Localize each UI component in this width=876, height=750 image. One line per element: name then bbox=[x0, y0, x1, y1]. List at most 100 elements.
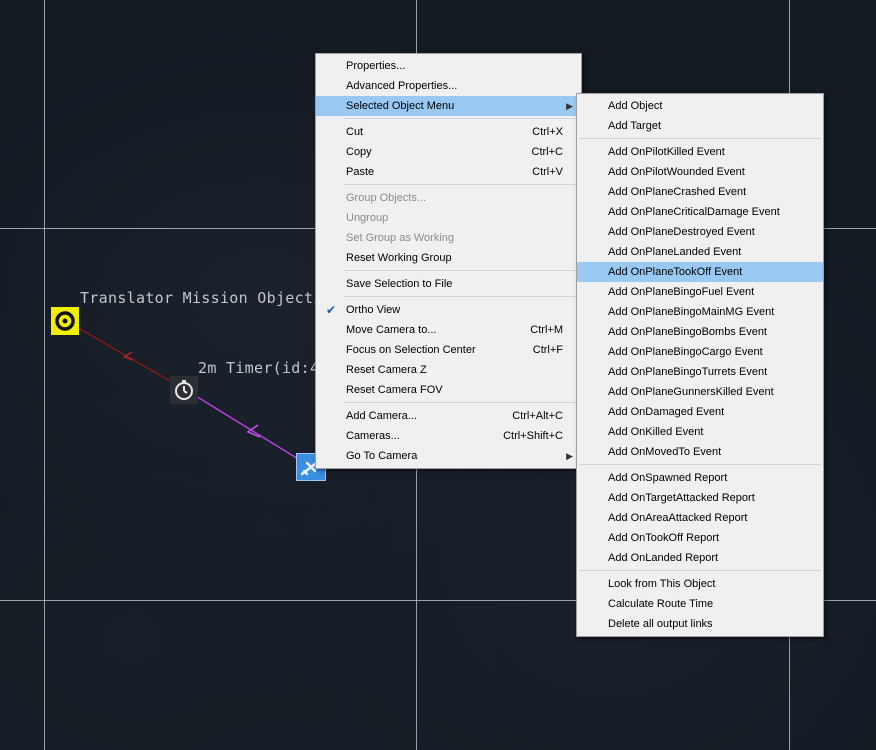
submenu-item-plane-critical-damage[interactable]: Add OnPlaneCriticalDamage Event bbox=[577, 202, 823, 222]
menu-item-reset-camera-z[interactable]: Reset Camera Z bbox=[316, 360, 581, 380]
submenu-item-pilot-wounded[interactable]: Add OnPilotWounded Event bbox=[577, 162, 823, 182]
submenu-item-target-attacked-report[interactable]: Add OnTargetAttacked Report bbox=[577, 488, 823, 508]
menu-item-label: Add OnPlaneBingoCargo Event bbox=[608, 346, 763, 358]
menu-item-label: Add OnLanded Report bbox=[608, 552, 719, 564]
menu-separator bbox=[579, 570, 821, 571]
menu-item-properties[interactable]: Properties... bbox=[316, 56, 581, 76]
menu-item-label: Group Objects... bbox=[346, 192, 427, 204]
menu-item-label: Add OnPlaneBingoMainMG Event bbox=[608, 306, 775, 318]
submenu-item-bingo-bombs[interactable]: Add OnPlaneBingoBombs Event bbox=[577, 322, 823, 342]
menu-item-cut[interactable]: Cut Ctrl+X bbox=[316, 122, 581, 142]
menu-item-paste[interactable]: Paste Ctrl+V bbox=[316, 162, 581, 182]
submenu-item-on-spawned-report[interactable]: Add OnSpawned Report bbox=[577, 468, 823, 488]
menu-item-label: Add OnKilled Event bbox=[608, 426, 704, 438]
submenu-item-plane-destroyed[interactable]: Add OnPlaneDestroyed Event bbox=[577, 222, 823, 242]
menu-item-label: Add Camera... bbox=[346, 410, 417, 422]
menu-item-label: Add OnAreaAttacked Report bbox=[608, 512, 748, 524]
submenu-item-on-moved-to[interactable]: Add OnMovedTo Event bbox=[577, 442, 823, 462]
menu-item-label: Ortho View bbox=[346, 304, 401, 316]
menu-item-label: Delete all output links bbox=[608, 618, 713, 630]
submenu-item-plane-took-off[interactable]: Add OnPlaneTookOff Event bbox=[577, 262, 823, 282]
menu-item-selected-object-menu[interactable]: Selected Object Menu ▶ bbox=[316, 96, 581, 116]
submenu-arrow-icon: ▶ bbox=[566, 451, 573, 461]
submenu-item-add-target[interactable]: Add Target bbox=[577, 116, 823, 136]
menu-item-set-group-working[interactable]: Set Group as Working bbox=[316, 228, 581, 248]
menu-item-label: Add OnSpawned Report bbox=[608, 472, 728, 484]
menu-item-label: Paste bbox=[346, 166, 375, 178]
menu-item-shortcut: Ctrl+F bbox=[532, 344, 563, 356]
menu-separator bbox=[344, 270, 579, 271]
submenu-item-on-damaged[interactable]: Add OnDamaged Event bbox=[577, 402, 823, 422]
route-line-from-plane bbox=[185, 389, 309, 466]
menu-item-ortho-view[interactable]: ✔ Ortho View bbox=[316, 300, 581, 320]
menu-item-label: Cameras... bbox=[346, 430, 400, 442]
menu-item-label: Cut bbox=[346, 126, 364, 138]
menu-item-reset-working-group[interactable]: Reset Working Group bbox=[316, 248, 581, 268]
menu-item-add-camera[interactable]: Add Camera... Ctrl+Alt+C bbox=[316, 406, 581, 426]
menu-item-shortcut: Ctrl+X bbox=[532, 126, 563, 138]
menu-item-label: Add OnPlaneBingoFuel Event bbox=[608, 286, 755, 298]
submenu-item-bingo-cargo[interactable]: Add OnPlaneBingoCargo Event bbox=[577, 342, 823, 362]
submenu-item-plane-crashed[interactable]: Add OnPlaneCrashed Event bbox=[577, 182, 823, 202]
menu-item-label: Add OnPlaneCrashed Event bbox=[608, 186, 747, 198]
menu-item-shortcut: Ctrl+C bbox=[531, 146, 563, 158]
menu-item-go-to-camera[interactable]: Go To Camera ▶ bbox=[316, 446, 581, 466]
menu-item-shortcut: Ctrl+V bbox=[532, 166, 563, 178]
submenu-item-plane-landed[interactable]: Add OnPlaneLanded Event bbox=[577, 242, 823, 262]
menu-item-move-camera[interactable]: Move Camera to... Ctrl+M bbox=[316, 320, 581, 340]
menu-item-label: Reset Working Group bbox=[346, 252, 452, 264]
menu-item-shortcut: Ctrl+Shift+C bbox=[503, 430, 563, 442]
menu-item-label: Ungroup bbox=[346, 212, 389, 224]
menu-separator bbox=[579, 464, 821, 465]
submenu-item-landed-report[interactable]: Add OnLanded Report bbox=[577, 548, 823, 568]
menu-item-label: Add OnTargetAttacked Report bbox=[608, 492, 755, 504]
menu-separator bbox=[344, 402, 579, 403]
menu-item-shortcut: Ctrl+Alt+C bbox=[512, 410, 563, 422]
menu-item-focus-selection[interactable]: Focus on Selection Center Ctrl+F bbox=[316, 340, 581, 360]
timer-icon[interactable] bbox=[170, 376, 198, 404]
menu-item-save-selection[interactable]: Save Selection to File bbox=[316, 274, 581, 294]
submenu-item-add-object[interactable]: Add Object bbox=[577, 96, 823, 116]
submenu-item-area-attacked-report[interactable]: Add OnAreaAttacked Report bbox=[577, 508, 823, 528]
menu-item-label: Add OnPlaneBingoTurrets Event bbox=[608, 366, 768, 378]
submenu-item-on-killed[interactable]: Add OnKilled Event bbox=[577, 422, 823, 442]
menu-item-label: Set Group as Working bbox=[346, 232, 455, 244]
menu-item-label: Add OnDamaged Event bbox=[608, 406, 725, 418]
submenu-item-calculate-route-time[interactable]: Calculate Route Time bbox=[577, 594, 823, 614]
submenu-item-pilot-killed[interactable]: Add OnPilotKilled Event bbox=[577, 142, 823, 162]
context-menu: Properties... Advanced Properties... Sel… bbox=[315, 53, 582, 469]
menu-item-label: Look from This Object bbox=[608, 578, 716, 590]
submenu-arrow-icon: ▶ bbox=[566, 101, 573, 111]
menu-item-label: Properties... bbox=[346, 60, 406, 72]
menu-item-label: Go To Camera bbox=[346, 450, 418, 462]
menu-item-label: Focus on Selection Center bbox=[346, 344, 476, 356]
menu-item-label: Add OnPlaneBingoBombs Event bbox=[608, 326, 767, 338]
menu-item-label: Add OnMovedTo Event bbox=[608, 446, 722, 458]
checkmark-icon: ✔ bbox=[325, 303, 337, 317]
mission-objective-icon[interactable] bbox=[51, 307, 79, 335]
submenu-item-took-off-report[interactable]: Add OnTookOff Report bbox=[577, 528, 823, 548]
route-line-to-objective bbox=[67, 321, 183, 389]
submenu-item-bingo-fuel[interactable]: Add OnPlaneBingoFuel Event bbox=[577, 282, 823, 302]
menu-item-label: Add Object bbox=[608, 100, 663, 112]
submenu-item-bingo-main-mg[interactable]: Add OnPlaneBingoMainMG Event bbox=[577, 302, 823, 322]
selected-object-submenu: Add Object Add Target Add OnPilotKilled … bbox=[576, 93, 824, 637]
submenu-item-bingo-turrets[interactable]: Add OnPlaneBingoTurrets Event bbox=[577, 362, 823, 382]
submenu-item-look-from-object[interactable]: Look from This Object bbox=[577, 574, 823, 594]
menu-item-label: Save Selection to File bbox=[346, 278, 453, 290]
submenu-item-delete-output-links[interactable]: Delete all output links bbox=[577, 614, 823, 634]
menu-item-reset-camera-fov[interactable]: Reset Camera FOV bbox=[316, 380, 581, 400]
menu-item-label: Calculate Route Time bbox=[608, 598, 714, 610]
menu-item-shortcut: Ctrl+M bbox=[530, 324, 563, 336]
menu-item-label: Reset Camera Z bbox=[346, 364, 427, 376]
menu-item-label: Advanced Properties... bbox=[346, 80, 458, 92]
menu-item-advanced-properties[interactable]: Advanced Properties... bbox=[316, 76, 581, 96]
menu-item-label: Add Target bbox=[608, 120, 662, 132]
menu-item-group-objects[interactable]: Group Objects... bbox=[316, 188, 581, 208]
menu-item-label: Add OnPlaneDestroyed Event bbox=[608, 226, 755, 238]
menu-item-copy[interactable]: Copy Ctrl+C bbox=[316, 142, 581, 162]
menu-item-label: Move Camera to... bbox=[346, 324, 437, 336]
menu-item-ungroup[interactable]: Ungroup bbox=[316, 208, 581, 228]
menu-item-cameras[interactable]: Cameras... Ctrl+Shift+C bbox=[316, 426, 581, 446]
submenu-item-gunners-killed[interactable]: Add OnPlaneGunnersKilled Event bbox=[577, 382, 823, 402]
